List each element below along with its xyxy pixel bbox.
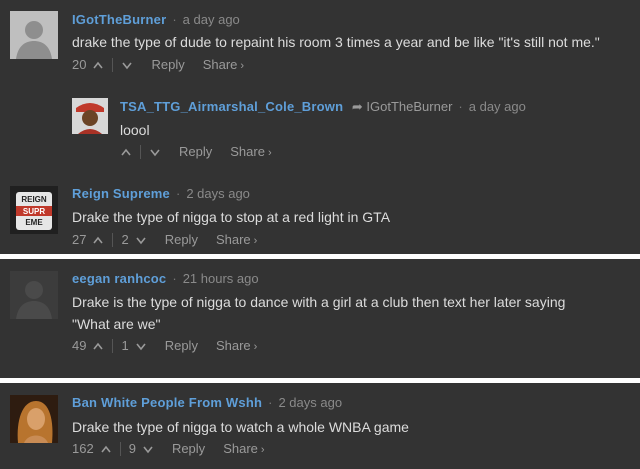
user-avatar[interactable] [10, 395, 58, 443]
comment-author[interactable]: IGotTheBurner [72, 12, 166, 27]
upvote-count: 20 [72, 57, 87, 72]
upvote-chevron-icon[interactable] [120, 147, 132, 157]
upvote-chevron-icon[interactable] [100, 444, 112, 454]
share-chevron-icon: › [260, 444, 265, 456]
upvote-count: 162 [72, 441, 94, 456]
share-link[interactable]: Share › [203, 57, 244, 72]
user-avatar[interactable] [72, 98, 108, 134]
vote-divider [140, 144, 141, 159]
vote-divider [112, 57, 114, 72]
avatar-text-line-2: SUPR [23, 207, 45, 216]
comment-author[interactable]: eegan ranhcoc [72, 271, 166, 286]
reply-link[interactable]: Reply [165, 232, 198, 247]
comment-text: Drake the type of nigga to watch a whole… [72, 419, 409, 435]
user-silhouette-icon [16, 21, 52, 59]
comment-text: loool [120, 122, 150, 138]
comment-text: drake the type of dude to repaint his ro… [72, 34, 600, 50]
downvote-count: 9 [128, 441, 136, 456]
vote-divider [112, 232, 114, 247]
comment-author[interactable]: TSA_TTG_Airmarshal_Cole_Brown [120, 99, 343, 114]
share-label: Share [223, 441, 258, 456]
downvote-chevron-icon[interactable] [142, 444, 154, 454]
share-label: Share [230, 144, 265, 159]
comment-text-line-1: Drake is the type of nigga to dance with… [72, 294, 566, 310]
separator-dot: · [172, 12, 177, 27]
portrait-photo-icon [10, 395, 58, 443]
downvote-count: 1 [121, 338, 129, 353]
share-link[interactable]: Share › [216, 338, 257, 353]
separator-dot: · [175, 186, 181, 201]
comment-timestamp[interactable]: 2 days ago [278, 395, 342, 410]
comment-timestamp[interactable]: a day ago [183, 12, 240, 27]
share-chevron-icon: › [240, 60, 245, 72]
vote-divider [112, 338, 114, 353]
share-chevron-icon: › [253, 235, 258, 247]
comment-timestamp[interactable]: 2 days ago [186, 186, 250, 201]
separator-dot: · [268, 395, 273, 410]
default-avatar[interactable] [10, 11, 58, 59]
share-link[interactable]: Share › [230, 144, 271, 159]
share-label: Share [202, 57, 238, 72]
comment-text-line-2: "What are we" [72, 316, 161, 332]
separator-dot: · [458, 99, 463, 114]
upvote-chevron-icon[interactable] [92, 60, 104, 70]
reply-link[interactable]: Reply [179, 144, 212, 159]
comment-timestamp[interactable]: a day ago [469, 99, 526, 114]
avatar-text-line-3: EME [25, 218, 43, 227]
user-silhouette-icon [10, 271, 58, 319]
vote-divider [119, 441, 121, 456]
downvote-chevron-icon[interactable] [135, 235, 147, 245]
comment-author[interactable]: Reign Supreme [72, 186, 170, 201]
avatar-text-line-1: REIGN [21, 195, 47, 204]
downvote-count: 2 [121, 232, 129, 247]
share-chevron-icon: › [253, 341, 258, 353]
separator-dot: · [172, 271, 177, 286]
share-chevron-icon: › [267, 147, 272, 159]
upvote-count: 49 [72, 338, 87, 353]
upvote-chevron-icon[interactable] [92, 235, 104, 245]
downvote-chevron-icon[interactable] [121, 60, 133, 70]
reign-supreme-logo-icon: REIGN SUPR EME [10, 186, 58, 234]
user-avatar[interactable]: REIGN SUPR EME [10, 186, 58, 234]
comment-panel-2: eegan ranhcoc · 21 hours ago Drake is the … [0, 259, 640, 378]
downvote-chevron-icon[interactable] [135, 341, 147, 351]
default-avatar[interactable] [10, 271, 58, 319]
share-link[interactable]: Share › [216, 232, 257, 247]
reply-to-author[interactable]: IGotTheBurner [366, 99, 452, 114]
downvote-chevron-icon[interactable] [149, 147, 161, 157]
cartoon-face-icon [72, 98, 108, 134]
upvote-chevron-icon[interactable] [92, 341, 104, 351]
reply-link[interactable]: Reply [151, 57, 184, 72]
comment-panel-1: IGotTheBurner · a day ago drake the type o… [0, 0, 640, 254]
reply-link[interactable]: Reply [172, 441, 205, 456]
reply-link[interactable]: Reply [165, 338, 198, 353]
comment-author[interactable]: Ban White People From Wshh [72, 395, 262, 410]
reply-arrow-icon: ➦ [351, 99, 363, 114]
share-label: Share [215, 232, 251, 247]
share-label: Share [215, 338, 251, 353]
comment-text: Drake the type of nigga to stop at a red… [72, 209, 391, 225]
upvote-count: 27 [72, 232, 87, 247]
comment-panel-3: Ban White People From Wshh · 2 days ago Dr… [0, 383, 640, 469]
comment-timestamp[interactable]: 21 hours ago [183, 271, 259, 286]
share-link[interactable]: Share › [223, 441, 264, 456]
